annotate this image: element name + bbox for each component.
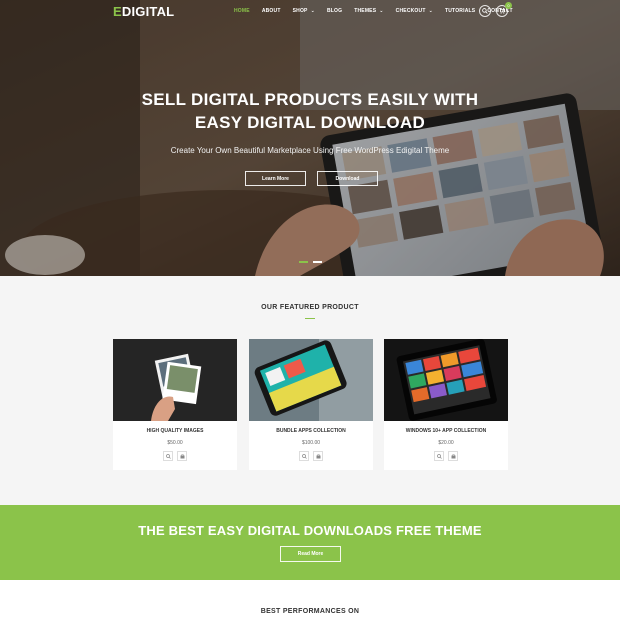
zoom-icon (165, 453, 171, 459)
product-name[interactable]: BUNDLE APPS COLLECTION (249, 428, 373, 434)
nav-label: HOME (234, 8, 250, 14)
product-image[interactable] (384, 339, 508, 421)
nav-item-tutorials[interactable]: TUTORIALS (445, 8, 475, 14)
product-name[interactable]: HIGH QUALITY IMAGES (113, 428, 237, 434)
nav-item-about[interactable]: ABOUT (262, 8, 281, 14)
chevron-down-icon: ⌄ (428, 8, 433, 14)
hero-section: EDIGITAL HOME ABOUT SHOP ⌄ BLOG THEMES ⌄ C… (0, 0, 620, 276)
product-actions (299, 451, 327, 461)
search-icon (482, 8, 488, 14)
product-card[interactable]: WINDOWS 10+ APP COLLECTION $20.00 (384, 339, 508, 470)
product-card[interactable]: HIGH QUALITY IMAGES $50.00 (113, 339, 237, 470)
basket-icon (451, 454, 455, 458)
title-underline (305, 318, 315, 319)
hero-title-line-1: SELL DIGITAL PRODUCTS EASILY WITH (141, 90, 479, 109)
hero-title-line-2: EASY DIGITAL DOWNLOAD (194, 113, 426, 132)
product-image[interactable] (113, 339, 237, 421)
banner-title: THE BEST EASY DIGITAL DOWNLOADS FREE THE… (138, 523, 482, 538)
quick-view-button[interactable] (299, 451, 309, 461)
product-actions (434, 451, 462, 461)
product-actions (163, 451, 191, 461)
nav-item-blog[interactable]: BLOG (327, 8, 342, 14)
logo-text: DIGITAL (121, 4, 175, 19)
slider-dot-1[interactable] (299, 261, 308, 263)
basket-icon (316, 454, 320, 458)
nav-label: CHECKOUT (395, 8, 426, 14)
hero-title: SELL DIGITAL PRODUCTS EASILY WITH EASY D… (0, 88, 620, 134)
basket-icon (180, 454, 184, 458)
add-to-cart-button[interactable] (313, 451, 323, 461)
promo-banner: THE BEST EASY DIGITAL DOWNLOADS FREE THE… (0, 505, 620, 580)
site-header: EDIGITAL HOME ABOUT SHOP ⌄ BLOG THEMES ⌄ C… (0, 0, 620, 24)
featured-section: OUR FEATURED PRODUCT HIGH QUALITY IMAGES… (0, 276, 620, 505)
zoom-icon (436, 453, 442, 459)
nav-label: SHOP (292, 8, 308, 14)
performance-section: BEST PERFORMANCES ON (0, 580, 620, 620)
product-card[interactable]: BUNDLE APPS COLLECTION $100.00 (249, 339, 373, 470)
chevron-down-icon: ⌄ (310, 8, 315, 14)
hero-overlay (0, 0, 620, 276)
slider-dot-2[interactable] (313, 261, 322, 263)
nav-item-checkout[interactable]: CHECKOUT ⌄ (396, 8, 433, 14)
chevron-down-icon: ⌄ (379, 8, 384, 14)
site-logo[interactable]: EDIGITAL (113, 4, 174, 19)
nav-item-themes[interactable]: THEMES ⌄ (354, 8, 383, 14)
nav-label: BLOG (326, 8, 343, 14)
hero-subtitle: Create Your Own Beautiful Marketplace Us… (170, 146, 450, 155)
product-price: $100.00 (301, 440, 321, 446)
zoom-icon (301, 453, 307, 459)
featured-title: OUR FEATURED PRODUCT (261, 304, 359, 311)
quick-view-button[interactable] (163, 451, 173, 461)
performance-title: BEST PERFORMANCES ON (260, 608, 360, 615)
nav-label: THEMES (354, 8, 377, 14)
read-more-button[interactable]: Read More (280, 546, 341, 562)
add-to-cart-button[interactable] (177, 451, 187, 461)
cart-icon (499, 8, 505, 14)
nav-label: ABOUT (261, 8, 281, 14)
nav-item-home[interactable]: HOME (234, 8, 250, 14)
slider-dots (299, 261, 327, 263)
quick-view-button[interactable] (434, 451, 444, 461)
product-price: $50.00 (167, 440, 183, 446)
product-image[interactable] (249, 339, 373, 421)
logo-accent: E (113, 4, 122, 19)
add-to-cart-button[interactable] (448, 451, 458, 461)
search-button[interactable] (479, 5, 491, 17)
learn-more-button[interactable]: Learn More (245, 171, 306, 186)
nav-item-shop[interactable]: SHOP ⌄ (293, 8, 315, 14)
download-button[interactable]: Download (317, 171, 378, 186)
cart-count-badge: 0 (505, 2, 512, 9)
product-name[interactable]: WINDOWS 10+ APP COLLECTION (384, 428, 508, 434)
product-price: $20.00 (438, 440, 454, 446)
nav-label: TUTORIALS (444, 8, 476, 14)
